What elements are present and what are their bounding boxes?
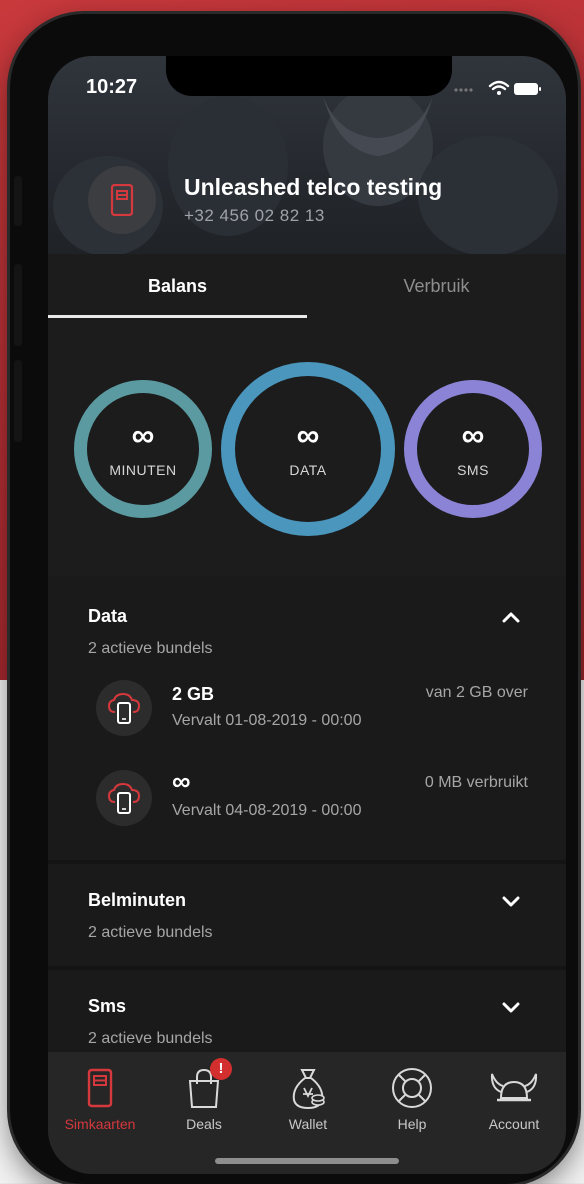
ring-value: ∞	[131, 417, 155, 453]
phone-side-button	[14, 176, 22, 226]
cloud-phone-icon	[96, 770, 152, 826]
sim-avatar	[88, 166, 156, 234]
section-subtitle: 2 actieve bundels	[88, 924, 213, 941]
tab-bar-item-help[interactable]: Help	[360, 1066, 464, 1132]
ring-value: ∞	[461, 417, 485, 453]
app-screen: 10:27 Unleashed telco testing +32 456 02…	[48, 56, 566, 1174]
segment-tabs: Balans Verbruik	[48, 254, 566, 320]
active-tab-indicator	[48, 315, 307, 318]
bundle-expiry: Vervalt 04-08-2019 - 00:00	[172, 802, 362, 819]
viking-helmet-icon	[490, 1073, 538, 1102]
tab-bar-label: Deals	[186, 1116, 222, 1132]
balance-rings: ∞ MINUTEN ∞ DATA ∞ SMS	[48, 320, 566, 576]
ring-label: MINUTEN	[109, 462, 177, 478]
bundle-status: van 2 GB over	[425, 684, 528, 701]
bundle-amount: ∞	[172, 766, 191, 796]
ring-minuten[interactable]: ∞ MINUTEN	[74, 380, 212, 518]
cloud-phone-icon	[96, 680, 152, 736]
phone-frame: 10:27 Unleashed telco testing +32 456 02…	[10, 14, 578, 1184]
tab-verbruik[interactable]: Verbruik	[307, 276, 566, 297]
account-header: 10:27 Unleashed telco testing +32 456 02…	[48, 56, 566, 254]
section-title[interactable]: Data	[88, 606, 127, 627]
tab-bar-item-account[interactable]: Account	[462, 1066, 566, 1132]
ring-value: ∞	[296, 417, 320, 453]
ring-data[interactable]: ∞ DATA	[221, 362, 395, 536]
section-title: Sms	[88, 996, 127, 1016]
section-title: Belminuten	[88, 890, 187, 910]
phone-side-button	[14, 360, 22, 442]
section-subtitle: 2 actieve bundels	[88, 640, 213, 657]
wifi-icon	[488, 80, 510, 91]
tab-bar-item-wallet[interactable]: Wallet	[256, 1066, 360, 1132]
phone-side-button	[14, 264, 22, 346]
lifebuoy-icon	[392, 1068, 432, 1108]
money-bag-icon	[292, 1069, 325, 1110]
sim-card-icon	[110, 184, 134, 216]
bundle-expiry: Vervalt 01-08-2019 - 00:00	[172, 712, 362, 729]
battery-icon	[514, 83, 541, 95]
tab-bar-label: Simkaarten	[64, 1116, 136, 1132]
tab-bar-item-deals[interactable]: ! Deals	[152, 1058, 256, 1132]
bundle-status: 0 MB verbruikt	[424, 774, 528, 791]
tab-bar-item-simkaarten[interactable]: Simkaarten	[48, 1066, 152, 1132]
tab-bar-label: Wallet	[288, 1116, 328, 1132]
home-indicator	[215, 1158, 399, 1164]
signal-icon	[454, 88, 473, 92]
chevron-down-icon[interactable]	[500, 890, 522, 912]
section-subtitle: 2 actieve bundels	[88, 1030, 213, 1047]
sim-card-icon	[87, 1068, 113, 1108]
tab-bar-label: Account	[488, 1116, 540, 1132]
section-belminuten[interactable]: Belminuten 2 actieve bundels	[48, 864, 566, 966]
section-data: Data 2 actieve bundels 2 GB Vervalt 01-0…	[48, 576, 566, 862]
bundle-amount: 2 GB	[172, 684, 215, 704]
tab-balans[interactable]: Balans	[48, 276, 307, 297]
ring-label: SMS	[457, 462, 489, 478]
account-number: +32 456 02 82 13	[184, 206, 325, 225]
device-notch	[166, 56, 452, 96]
tab-bar-label: Help	[397, 1116, 427, 1132]
ring-label: DATA	[289, 462, 327, 478]
status-time: 10:27	[86, 76, 138, 98]
section-sms[interactable]: Sms 2 actieve bundels	[48, 970, 566, 1060]
bottom-tab-bar: Simkaarten ! Deals Wallet Help Account	[48, 1052, 566, 1174]
account-name: Unleashed telco testing	[184, 174, 443, 200]
status-icons	[454, 80, 541, 95]
ring-sms[interactable]: ∞ SMS	[404, 380, 542, 518]
notification-badge: !	[210, 1058, 232, 1080]
chevron-down-icon[interactable]	[500, 996, 522, 1018]
chevron-up-icon[interactable]	[500, 606, 522, 628]
